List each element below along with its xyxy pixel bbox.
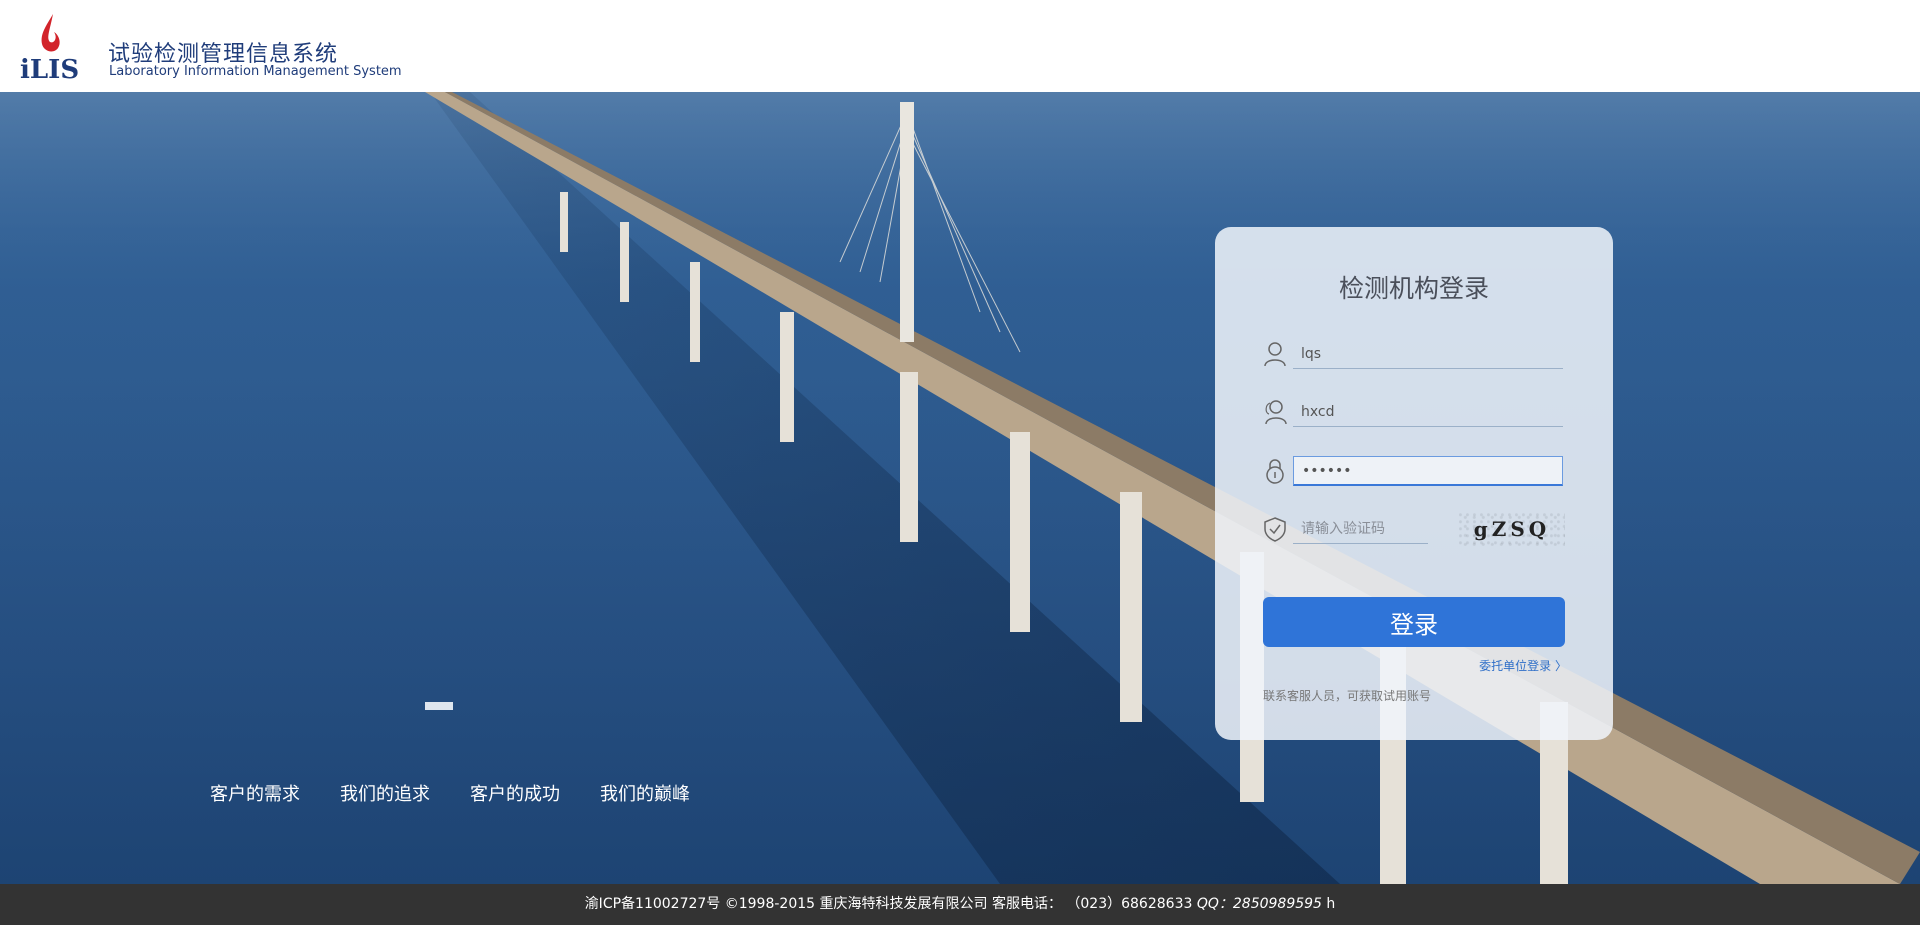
login-button[interactable]: 登录: [1263, 597, 1565, 647]
password-field: [1263, 454, 1565, 488]
login-panel: 检测机构登录 lqs hxcd •••••• 请输入验证码 gZSQ 登录 委托…: [1215, 227, 1613, 740]
entrust-login-link[interactable]: 委托单位登录 〉: [1479, 657, 1567, 674]
username-field: [1263, 395, 1565, 429]
bridge-sea-illustration: [0, 92, 1920, 884]
svg-text:iLIS: iLIS: [20, 55, 79, 82]
header: iLIS 试验检测管理信息系统 Laboratory Information M…: [0, 0, 1920, 92]
nav-customer-success[interactable]: 客户的成功: [470, 780, 560, 806]
footer-qq: QQ：2850989595: [1196, 896, 1322, 912]
contact-note: 联系客服人员，可获取试用账号: [1263, 689, 1432, 703]
footer-nav: 客户的需求 我们的追求 客户的成功 我们的巅峰: [210, 780, 690, 806]
footer-bar: 渝ICP备11002727号 ©1998-2015 重庆海特科技发展有限公司 客…: [0, 884, 1920, 925]
nav-our-peak[interactable]: 我们的巅峰: [600, 780, 690, 806]
hero-background: [0, 92, 1920, 884]
ilis-logo: iLIS: [18, 12, 88, 82]
nav-customer-needs[interactable]: 客户的需求: [210, 780, 300, 806]
shield-check-icon: [1263, 516, 1287, 542]
footer-copyright: 渝ICP备11002727号 ©1998-2015 重庆海特科技发展有限公司 客…: [584, 896, 1193, 912]
lock-icon: [1263, 458, 1287, 484]
password-input[interactable]: [1293, 456, 1563, 486]
captcha-field: gZSQ: [1263, 512, 1565, 546]
org-field: [1263, 337, 1565, 371]
username-input[interactable]: [1293, 397, 1563, 427]
users-icon: [1263, 399, 1287, 425]
footer-suffix: h: [1326, 896, 1336, 912]
login-title: 检测机构登录: [1338, 274, 1489, 303]
captcha-input[interactable]: [1293, 514, 1428, 544]
captcha-image[interactable]: gZSQ: [1459, 512, 1565, 546]
org-input[interactable]: [1293, 339, 1563, 369]
user-icon: [1263, 341, 1287, 367]
nav-our-pursuit[interactable]: 我们的追求: [340, 780, 430, 806]
system-subtitle: Laboratory Information Management System: [109, 64, 402, 79]
